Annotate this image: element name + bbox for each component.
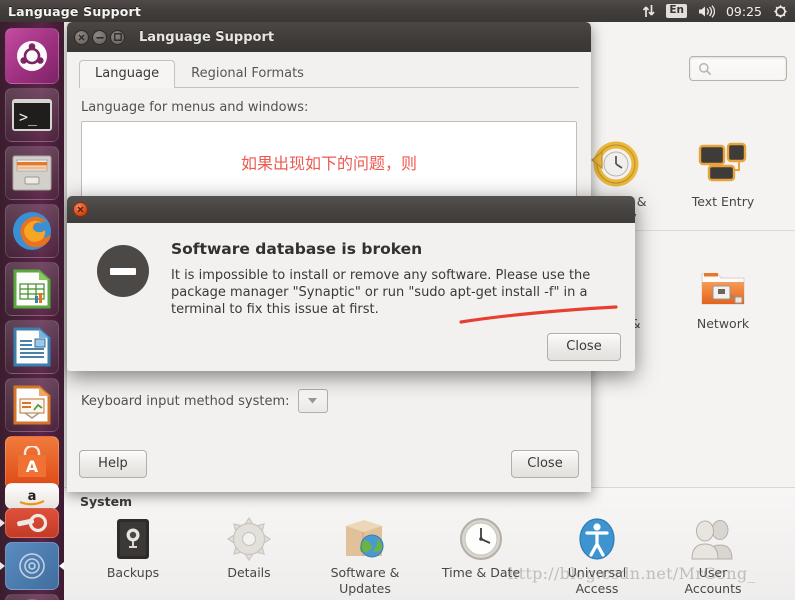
libreoffice-impress-icon [13,385,51,425]
launcher-item-amazon[interactable]: a [5,483,59,509]
svg-text:a: a [28,489,37,504]
panel-clock[interactable]: 09:25 [726,4,762,19]
keyboard-input-method-select[interactable] [297,389,328,413]
system-section: System Backups Details Software & Update… [64,487,795,600]
launcher-item-system-settings[interactable] [0,508,59,538]
details-gear-icon [197,514,301,562]
libreoffice-writer-icon [13,327,51,367]
minimize-icon [96,36,103,39]
settings-tile-text-entry[interactable]: Text Entry [671,128,775,209]
settings-tile-universal-access[interactable]: Universal Access [545,514,649,597]
settings-tile-software-updates[interactable]: Software & Updates [313,514,417,597]
launcher-item-ubuntu-software-center[interactable]: A [5,436,59,490]
settings-tile-label: Text Entry [691,194,755,209]
dialog-actions: Close [547,333,621,361]
dialog-titlebar[interactable] [67,196,635,223]
time-date-clock-icon [429,514,533,562]
firefox-icon [13,212,51,250]
close-icon [78,34,85,40]
tab-regional-formats[interactable]: Regional Formats [175,60,320,87]
error-minus-circle-icon [97,245,149,297]
language-window-title: Language Support [139,29,275,45]
launcher-item-files[interactable] [5,146,59,200]
network-updown-icon[interactable] [642,4,655,18]
language-window-titlebar[interactable]: Language Support [67,22,591,52]
backups-icon [81,514,185,562]
keyboard-input-method-row: Keyboard input method system: [81,389,577,413]
panel-indicators: En 09:25 [642,4,795,19]
launcher-item-workspace-switcher[interactable] [0,542,64,590]
settings-tile-details[interactable]: Details [197,514,301,581]
settings-tile-label: Network [696,316,750,331]
dialog-close-action-button[interactable]: Close [547,333,621,361]
workspace-switcher-icon [19,553,45,579]
system-settings-icon [17,513,48,533]
universal-access-icon [545,514,649,562]
language-window-footer: Help Close [79,450,579,478]
focus-indicator-right [59,562,64,570]
dialog-message: It is impossible to install or remove an… [171,268,591,317]
dialog-body: Software database is broken It is imposs… [67,223,635,318]
keyboard-layout-indicator[interactable]: En [666,4,687,18]
window-minimize-button[interactable] [92,29,107,45]
window-close-button[interactable] [74,29,89,45]
dialog-heading: Software database is broken [171,240,423,258]
language-list-label: Language for menus and windows: [81,100,309,115]
software-database-broken-dialog: Software database is broken It is imposs… [67,196,635,371]
running-indicator-left [0,519,5,527]
close-icon [77,206,84,213]
system-section-title: System [80,494,133,509]
settings-tile-label: Backups [106,565,160,580]
software-center-bag-icon: A [18,446,46,477]
launcher-item-terminal[interactable]: >_ [5,88,59,142]
settings-tile-label: Details [227,565,271,580]
software-updates-icon [313,514,417,562]
ubuntu-desktop: Security &Privacy Text Entry [0,0,795,600]
dialog-text-block: Software database is broken It is imposs… [159,237,591,318]
unity-launcher: >_ A a [0,22,64,600]
settings-tile-backups[interactable]: Backups [81,514,185,581]
network-icon [671,250,775,312]
user-accounts-icon [661,514,765,562]
amazon-icon: a [19,489,45,506]
tab-language[interactable]: Language [79,60,176,88]
text-entry-icon [671,128,775,190]
minus-bar [110,267,136,275]
annotation-chinese-text: 如果出现如下的问题，则 [240,154,417,173]
panel-app-title: Language Support [8,3,142,19]
gear-icon[interactable] [773,4,788,19]
launcher-item-ubuntu-dash[interactable] [5,28,59,84]
chevron-down-icon [308,398,318,404]
dialog-close-button[interactable] [73,202,88,217]
unity-top-panel: Language Support En 09:25 [0,0,795,22]
settings-tile-user-accounts[interactable]: User Accounts [661,514,765,597]
terminal-icon: >_ [12,99,52,131]
launcher-item-dvd-drive[interactable]: DVD [5,594,59,600]
language-close-button[interactable]: Close [511,450,579,478]
launcher-item-libreoffice-writer[interactable] [5,320,59,374]
settings-tile-label: Software & Updates [330,565,400,596]
svg-text:A: A [26,457,39,476]
launcher-item-firefox[interactable] [5,204,59,258]
ubuntu-logo-icon [17,41,47,71]
maximize-icon [113,33,122,41]
volume-icon[interactable] [698,4,715,18]
tab-strip: Language Regional Formats [79,60,579,88]
window-maximize-button[interactable] [110,29,125,45]
help-button[interactable]: Help [79,450,147,478]
search-icon [698,62,712,75]
libreoffice-calc-icon [13,269,51,309]
launcher-item-libreoffice-impress[interactable] [5,378,59,432]
settings-tile-network[interactable]: Network [671,250,775,331]
watermark-text: http://blog.csdn.net/MrGong_ [508,564,756,583]
keyboard-input-method-label: Keyboard input method system: [81,393,290,409]
file-manager-icon [12,155,52,191]
svg-text:>_: >_ [19,108,38,126]
launcher-item-libreoffice-calc[interactable] [5,262,59,316]
running-indicator-left [0,562,5,570]
